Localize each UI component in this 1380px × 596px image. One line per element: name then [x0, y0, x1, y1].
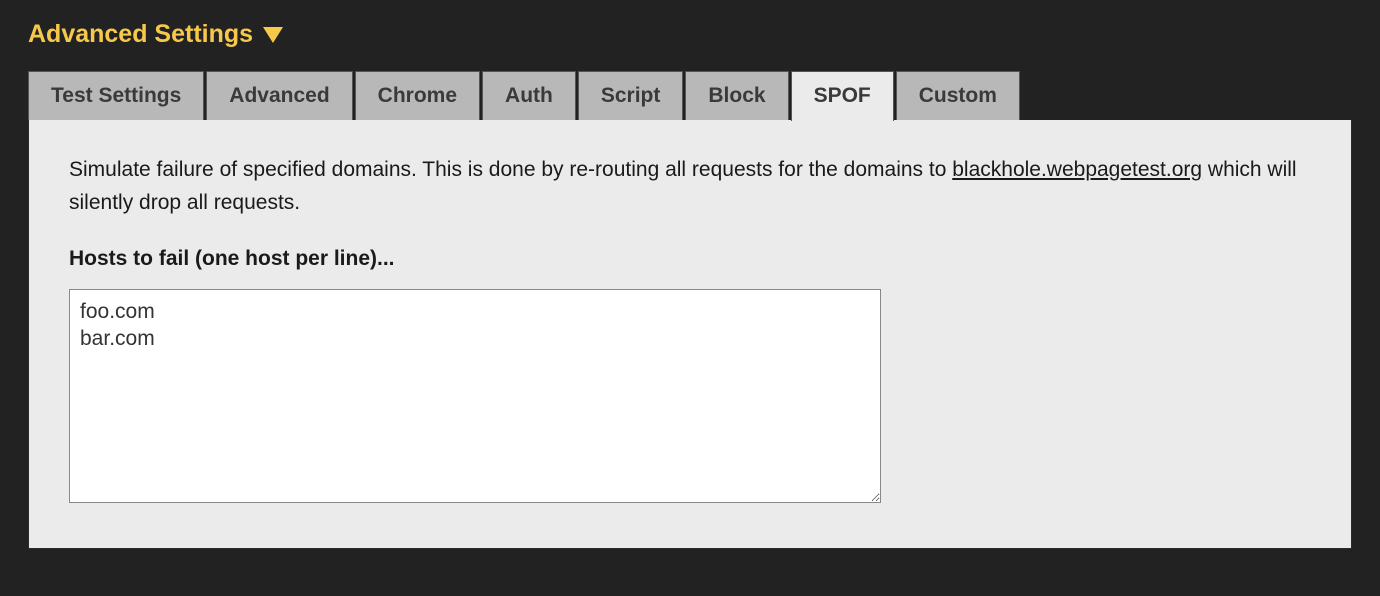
- tab-script[interactable]: Script: [578, 71, 684, 121]
- header-title: Advanced Settings: [28, 20, 253, 49]
- hosts-to-fail-label: Hosts to fail (one host per line)...: [69, 247, 1311, 271]
- spof-panel: Simulate failure of specified domains. T…: [28, 120, 1352, 549]
- blackhole-link[interactable]: blackhole.webpagetest.org: [952, 158, 1202, 181]
- tabs-container: Test Settings Advanced Chrome Auth Scrip…: [28, 71, 1352, 121]
- tab-block[interactable]: Block: [685, 71, 788, 121]
- tab-auth[interactable]: Auth: [482, 71, 576, 121]
- description-text-before: Simulate failure of specified domains. T…: [69, 158, 952, 181]
- advanced-settings-toggle[interactable]: Advanced Settings: [28, 20, 1352, 49]
- tab-advanced[interactable]: Advanced: [206, 71, 352, 121]
- hosts-to-fail-textarea[interactable]: [69, 289, 881, 503]
- spof-description: Simulate failure of specified domains. T…: [69, 154, 1311, 219]
- tab-custom[interactable]: Custom: [896, 71, 1020, 121]
- tab-spof[interactable]: SPOF: [791, 71, 894, 121]
- tab-test-settings[interactable]: Test Settings: [28, 71, 204, 121]
- chevron-down-icon: [263, 27, 283, 43]
- tab-chrome[interactable]: Chrome: [355, 71, 480, 121]
